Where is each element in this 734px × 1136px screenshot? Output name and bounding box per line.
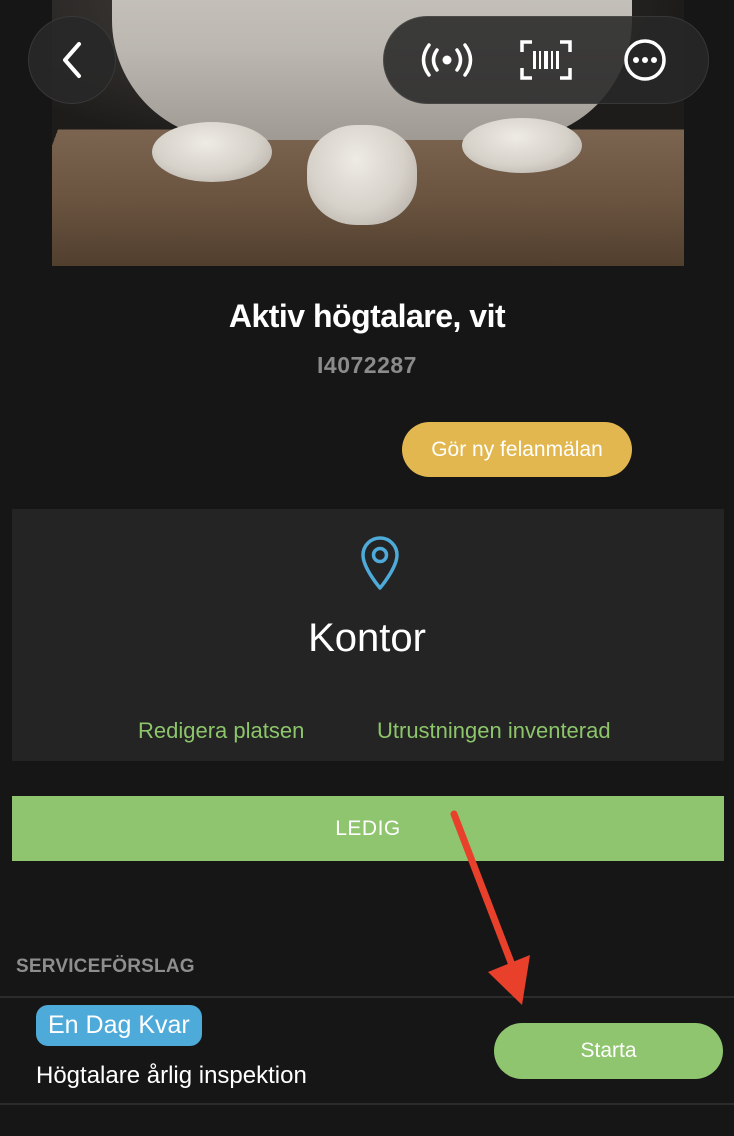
service-suggestions-header: SERVICEFÖRSLAG — [16, 956, 195, 978]
status-bar[interactable]: LEDIG — [12, 796, 724, 861]
nfc-signal-icon — [418, 42, 476, 78]
due-badge: En Dag Kvar — [36, 1005, 202, 1046]
edit-location-link[interactable]: Redigera platsen — [138, 718, 304, 744]
start-service-button[interactable]: Starta — [494, 1023, 723, 1079]
barcode-scan-button[interactable] — [510, 24, 582, 96]
more-options-button[interactable] — [609, 24, 681, 96]
back-button[interactable] — [28, 16, 116, 104]
equipment-inventoried-link[interactable]: Utrustningen inventerad — [377, 718, 611, 744]
new-fault-report-button[interactable]: Gör ny felanmälan — [402, 422, 632, 477]
divider — [0, 1103, 734, 1105]
chevron-left-icon — [57, 40, 87, 80]
location-name: Kontor — [0, 616, 734, 661]
red-arrow-annotation — [440, 800, 540, 1015]
barcode-scan-icon — [519, 39, 573, 81]
product-id: I4072287 — [0, 352, 734, 379]
service-name: Högtalare årlig inspektion — [36, 1062, 307, 1090]
location-pin-icon — [358, 535, 402, 591]
nfc-button[interactable] — [411, 24, 483, 96]
more-options-icon — [622, 37, 668, 83]
header-actions — [383, 16, 709, 104]
product-name: Aktiv högtalare, vit — [0, 298, 734, 335]
divider — [0, 996, 734, 998]
equipment-detail-screen: Aktiv högtalare, vit I4072287 Gör ny fel… — [0, 0, 734, 1136]
